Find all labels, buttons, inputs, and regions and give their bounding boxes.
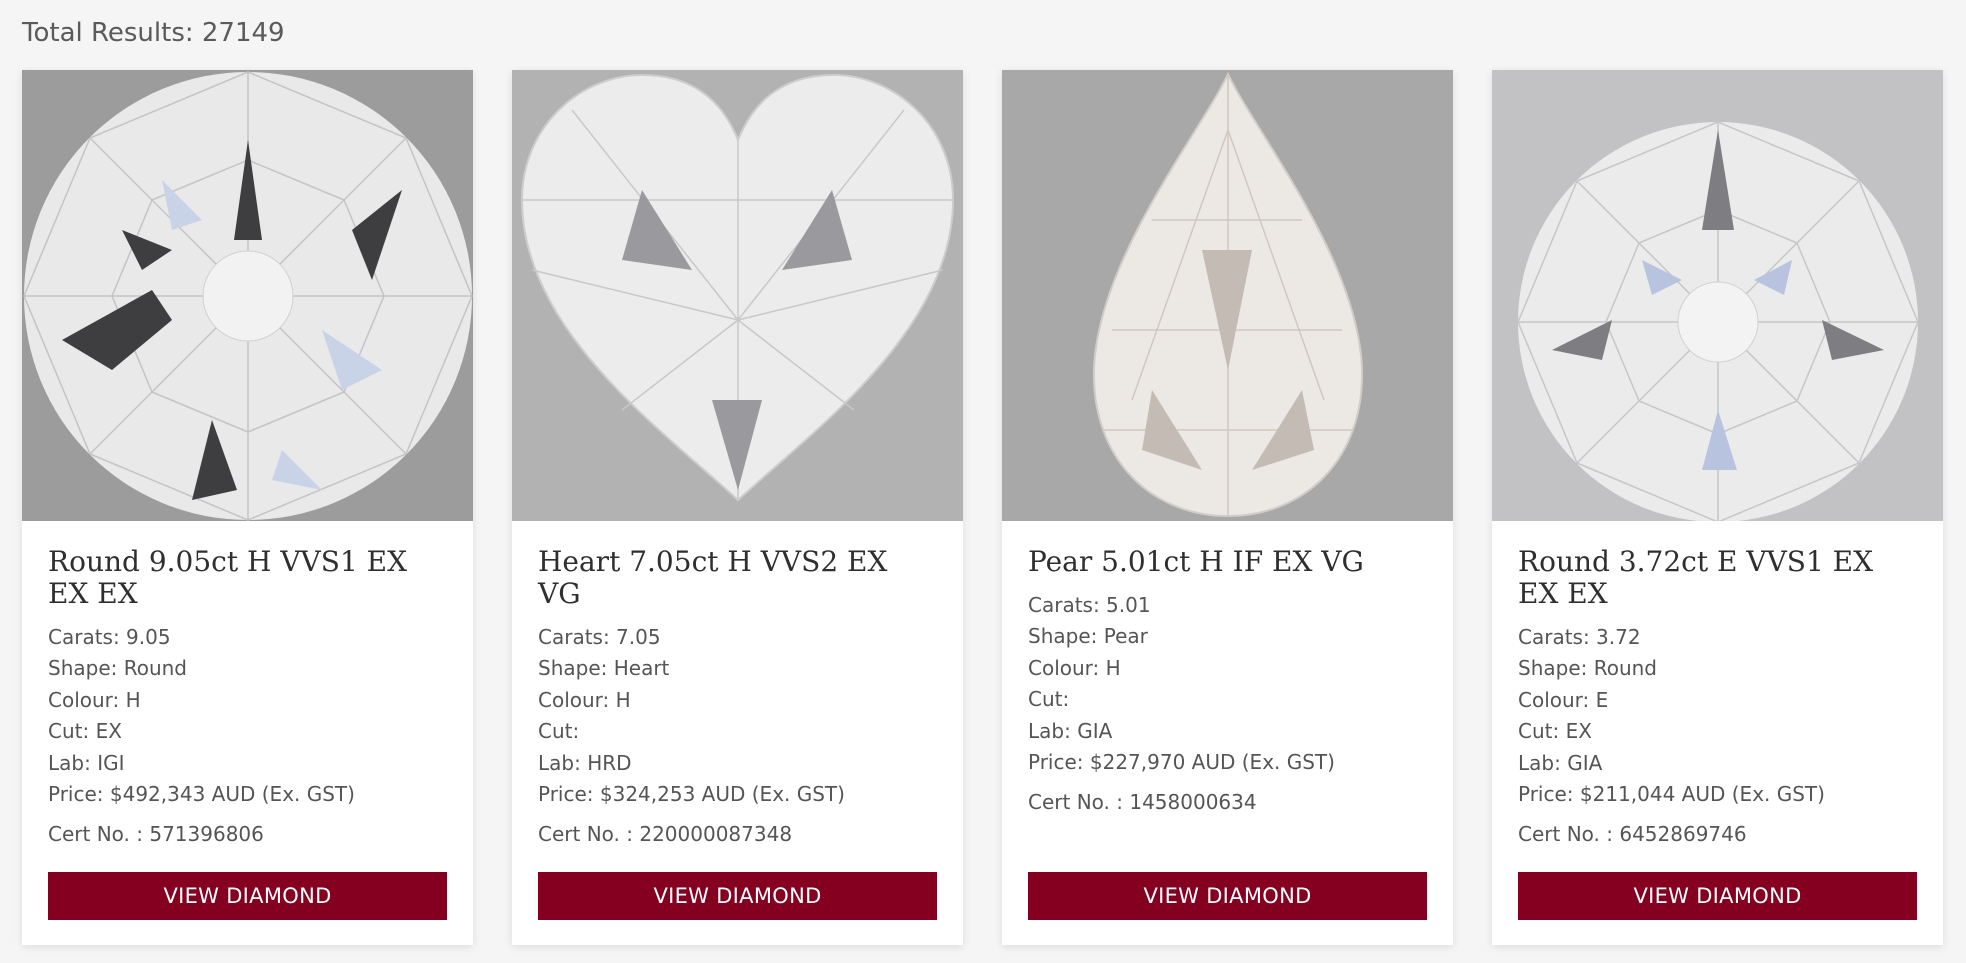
shape-value: Shape: Round <box>48 656 188 681</box>
price-value: Price: $227,970 AUD (Ex. GST) <box>1028 750 1335 775</box>
cert-number: Cert No. : 1458000634 <box>1028 790 1257 815</box>
lab-value: Lab: GIA <box>1518 750 1603 775</box>
diamond-specs: Carats: 7.05 Shape: Heart Colour: H Cut:… <box>538 622 937 810</box>
view-diamond-button[interactable]: VIEW DIAMOND <box>48 872 447 920</box>
round-diamond-icon[interactable] <box>1492 70 1943 521</box>
round-diamond-icon[interactable] <box>22 70 473 521</box>
diamond-title: Pear 5.01ct H IF EX VG <box>1028 545 1364 578</box>
diamond-title: Heart 7.05ct H VVS2 EX VG <box>538 545 888 610</box>
lab-value: Lab: IGI <box>48 750 125 775</box>
diamond-card[interactable]: Heart 7.05ct H VVS2 EX VG Carats: 7.05 S… <box>512 70 963 945</box>
diamond-title: Round 3.72ct E VVS1 EX EX EX <box>1518 545 1874 610</box>
cut-value: Cut: <box>1028 687 1070 712</box>
cert-number: Cert No. : 571396806 <box>48 822 264 847</box>
lab-value: Lab: HRD <box>538 750 632 775</box>
diamond-specs: Carats: 3.72 Shape: Round Colour: E Cut:… <box>1518 622 1917 810</box>
shape-value: Shape: Heart <box>538 656 670 681</box>
price-value: Price: $211,044 AUD (Ex. GST) <box>1518 782 1825 807</box>
carats-value: Carats: 7.05 <box>538 625 661 649</box>
price-value: Price: $324,253 AUD (Ex. GST) <box>538 782 845 807</box>
colour-value: Colour: E <box>1518 687 1609 712</box>
shape-value: Shape: Round <box>1518 656 1658 681</box>
view-diamond-button[interactable]: VIEW DIAMOND <box>1028 872 1427 920</box>
carats-value: Carats: 9.05 <box>48 625 171 649</box>
view-diamond-button[interactable]: VIEW DIAMOND <box>538 872 937 920</box>
cut-value: Cut: EX <box>1518 719 1592 744</box>
lab-value: Lab: GIA <box>1028 718 1113 743</box>
cut-value: Cut: EX <box>48 719 122 744</box>
diamond-card[interactable]: Round 3.72ct E VVS1 EX EX EX Carats: 3.7… <box>1492 70 1943 945</box>
diamond-card[interactable]: Round 9.05ct H VVS1 EX EX EX Carats: 9.0… <box>22 70 473 945</box>
pear-diamond-icon[interactable] <box>1002 70 1453 521</box>
shape-value: Shape: Pear <box>1028 624 1148 649</box>
diamond-title: Round 9.05ct H VVS1 EX EX EX <box>48 545 408 610</box>
cut-value: Cut: <box>538 719 580 744</box>
price-value: Price: $492,343 AUD (Ex. GST) <box>48 782 355 807</box>
colour-value: Colour: H <box>538 687 631 712</box>
diamond-specs: Carats: 9.05 Shape: Round Colour: H Cut:… <box>48 622 447 810</box>
carats-value: Carats: 3.72 <box>1518 625 1641 649</box>
cert-number: Cert No. : 6452869746 <box>1518 822 1747 847</box>
cert-number: Cert No. : 220000087348 <box>538 822 793 847</box>
carats-value: Carats: 5.01 <box>1028 593 1151 617</box>
diamond-specs: Carats: 5.01 Shape: Pear Colour: H Cut: … <box>1028 590 1427 778</box>
colour-value: Colour: H <box>1028 655 1121 680</box>
heart-diamond-icon[interactable] <box>512 70 963 521</box>
colour-value: Colour: H <box>48 687 141 712</box>
diamond-card[interactable]: Pear 5.01ct H IF EX VG Carats: 5.01 Shap… <box>1002 70 1453 945</box>
view-diamond-button[interactable]: VIEW DIAMOND <box>1518 872 1917 920</box>
total-results: Total Results: 27149 <box>22 18 285 48</box>
